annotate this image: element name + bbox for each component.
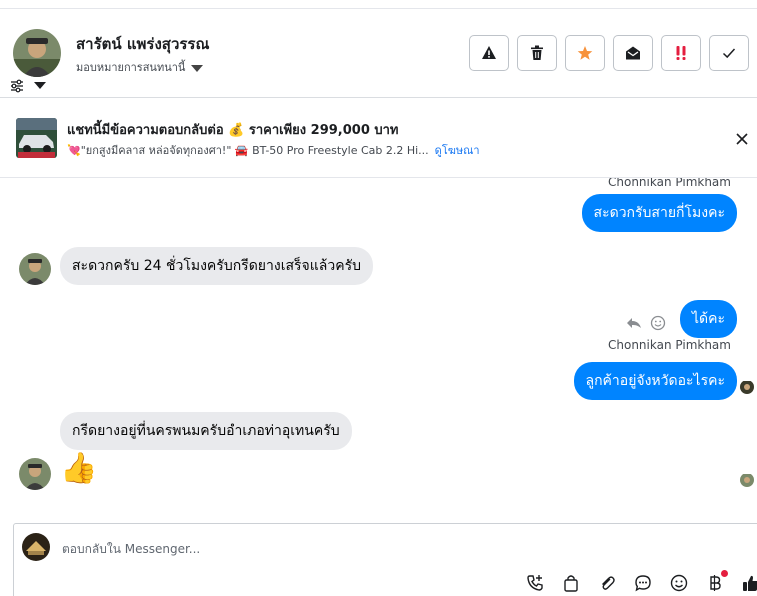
contact-name: สารัตน์ แพร่งสุวรรณ bbox=[76, 35, 210, 53]
assign-label: มอบหมายการสนทนานี้ bbox=[76, 61, 186, 74]
message-thread[interactable]: Chonnikan Pimkham สะดวกรับสายกี่โมงคะ สะ… bbox=[0, 178, 757, 523]
close-icon[interactable] bbox=[731, 128, 753, 150]
mark-unread-button[interactable] bbox=[613, 35, 653, 71]
check-icon bbox=[722, 48, 736, 59]
ad-text: 💘"ยกสูงมีคลาส หล่อจัดทุกองศา!" 🚘 BT-50 P… bbox=[67, 144, 429, 157]
report-spam-button[interactable] bbox=[469, 35, 509, 71]
delete-button[interactable] bbox=[517, 35, 557, 71]
notification-dot bbox=[721, 570, 728, 577]
message-bubble-incoming[interactable]: สะดวกครับ 24 ชั่วโมงครับกรีดยางเสร็จแล้ว… bbox=[60, 247, 373, 285]
thumbs-up-message[interactable]: 👍 bbox=[60, 452, 97, 486]
contact-avatar-small bbox=[19, 253, 51, 285]
conversation-actions bbox=[469, 35, 749, 71]
assign-conversation-dropdown[interactable]: มอบหมายการสนทนานี้ bbox=[76, 58, 204, 76]
call-add-icon[interactable] bbox=[522, 572, 548, 594]
done-button[interactable] bbox=[709, 35, 749, 71]
thumbs-up-icon[interactable] bbox=[738, 572, 757, 594]
ad-reply-banner: แชทนี้มีข้อความตอบกลับต่อ 💰 ราคาเพียง 29… bbox=[0, 98, 757, 178]
envelope-open-icon bbox=[626, 46, 640, 60]
emoji-icon[interactable] bbox=[666, 572, 692, 594]
filter-chevron-down-icon[interactable] bbox=[34, 82, 46, 89]
star-icon bbox=[577, 46, 593, 60]
sender-name: Chonnikan Pimkham bbox=[608, 178, 731, 189]
message-bubble-outgoing[interactable]: ลูกค้าอยู่จังหวัดอะไรคะ bbox=[573, 362, 737, 400]
baht-payment-icon[interactable] bbox=[702, 570, 728, 594]
star-button[interactable] bbox=[565, 35, 605, 71]
sliders-icon[interactable] bbox=[10, 78, 24, 93]
contact-avatar-small bbox=[19, 458, 51, 490]
composer-toolbar bbox=[522, 570, 757, 594]
conversation-header: สารัตน์ แพร่งสุวรรณ มอบหมายการสนทนานี้ bbox=[0, 9, 757, 98]
ad-title: แชทนี้มีข้อความตอบกลับต่อ 💰 ราคาเพียง 29… bbox=[67, 123, 399, 138]
reply-icon[interactable] bbox=[626, 315, 642, 331]
ad-description: 💘"ยกสูงมีคลาส หล่อจัดทุกองศา!" 🚘 BT-50 P… bbox=[67, 141, 480, 159]
ad-thumbnail[interactable] bbox=[16, 118, 57, 158]
seen-avatar bbox=[740, 380, 754, 394]
page-avatar bbox=[22, 533, 50, 561]
contact-avatar[interactable] bbox=[13, 29, 61, 77]
seen-avatar bbox=[740, 473, 754, 487]
paperclip-icon[interactable] bbox=[594, 572, 620, 594]
double-exclamation-icon bbox=[676, 46, 686, 60]
chat-bubble-icon[interactable] bbox=[630, 572, 656, 594]
message-bubble-outgoing[interactable]: สะดวกรับสายกี่โมงคะ bbox=[581, 194, 737, 232]
sender-name: Chonnikan Pimkham bbox=[608, 338, 731, 352]
reply-input[interactable]: ตอบกลับใน Messenger... bbox=[62, 540, 200, 559]
chevron-down-icon bbox=[191, 64, 204, 72]
warning-icon bbox=[482, 46, 496, 59]
message-bubble-incoming[interactable]: กรีดยางอยู่ที่นครพนมครับอำเภอท่าอุเทนครั… bbox=[60, 412, 352, 450]
shopping-bag-icon[interactable] bbox=[558, 572, 584, 594]
react-emoji-icon[interactable] bbox=[650, 315, 666, 331]
message-bubble-outgoing[interactable]: ได้คะ bbox=[679, 300, 737, 338]
reply-composer: ตอบกลับใน Messenger... bbox=[13, 523, 757, 596]
follow-up-button[interactable] bbox=[661, 35, 701, 71]
trash-icon bbox=[531, 45, 543, 60]
view-ad-link[interactable]: ดูโฆษณา bbox=[435, 144, 480, 157]
